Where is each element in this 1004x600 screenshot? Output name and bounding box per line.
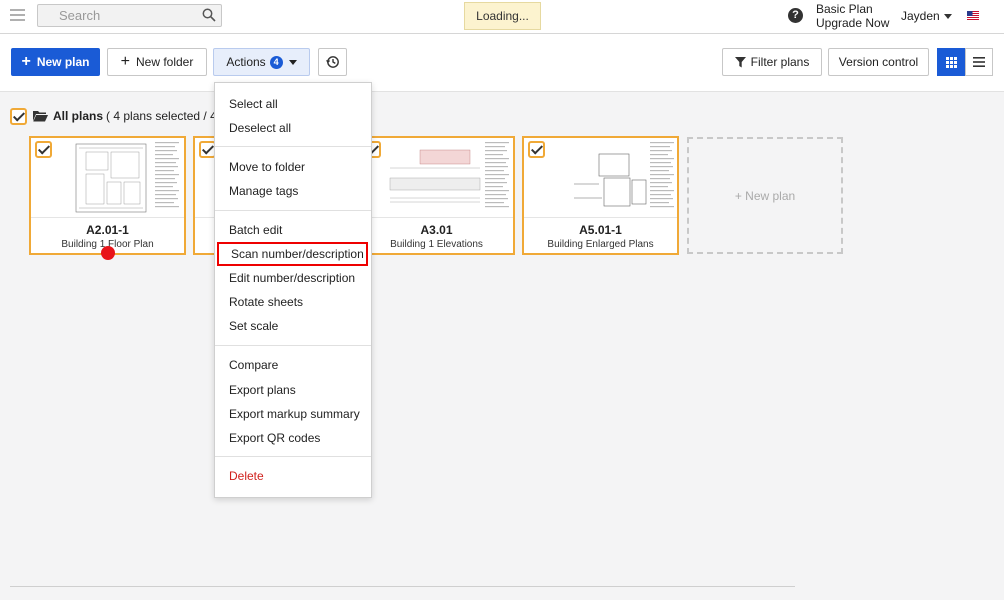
plan-number: A2.01-1 <box>86 223 129 237</box>
menu-divider <box>215 345 371 346</box>
history-button[interactable] <box>318 48 347 76</box>
new-plan-button[interactable]: + New plan <box>11 48 100 76</box>
actions-count-badge: 4 <box>269 55 283 69</box>
filter-plans-button[interactable]: Filter plans <box>722 48 822 76</box>
chevron-down-icon <box>288 59 297 65</box>
plan-checkbox[interactable] <box>35 141 52 158</box>
plan-card[interactable]: A5.01-1 Building Enlarged Plans <box>522 136 679 255</box>
menu-item-compare[interactable]: Compare <box>215 353 371 377</box>
menu-item-set-scale[interactable]: Set scale <box>215 314 371 338</box>
menu-item-edit-number-description[interactable]: Edit number/description <box>215 266 371 290</box>
plus-icon: + <box>21 53 31 70</box>
plan-description: Building Enlarged Plans <box>547 239 654 250</box>
plus-icon: + <box>120 53 130 70</box>
user-menu[interactable]: Jayden <box>901 9 952 23</box>
menu-divider <box>215 146 371 147</box>
selection-info: ( 4 plans selected / 4 pl <box>106 109 230 123</box>
grid-icon <box>945 56 957 68</box>
actions-menu: Select all Deselect all Move to folder M… <box>214 82 372 498</box>
search-icon[interactable] <box>202 8 216 25</box>
menu-item-export-qr-codes[interactable]: Export QR codes <box>215 426 371 450</box>
menu-divider <box>215 456 371 457</box>
menu-item-manage-tags[interactable]: Manage tags <box>215 179 371 203</box>
menu-item-select-all[interactable]: Select all <box>215 92 371 116</box>
us-flag-icon[interactable] <box>967 11 979 20</box>
hamburger-menu-icon[interactable] <box>10 9 25 22</box>
breadcrumb: All plans ( 4 plans selected / 4 pl <box>10 106 229 126</box>
new-plan-card[interactable]: + New plan <box>687 137 843 254</box>
plan-number: A3.01 <box>420 223 453 237</box>
menu-item-export-markup-summary[interactable]: Export markup summary <box>215 402 371 426</box>
filter-icon <box>734 56 746 67</box>
plan-thumbnail <box>31 138 184 218</box>
search-input[interactable] <box>38 5 198 26</box>
list-icon <box>973 57 985 67</box>
menu-item-delete[interactable]: Delete <box>215 464 371 488</box>
plan-number: A5.01-1 <box>579 223 622 237</box>
folder-title: All plans <box>53 109 104 123</box>
history-icon <box>325 56 339 68</box>
plan-checkbox[interactable] <box>528 141 545 158</box>
menu-divider <box>215 210 371 211</box>
help-icon[interactable]: ? <box>788 8 803 23</box>
top-bar: Loading... ? Basic Plan Upgrade Now Jayd… <box>0 0 1004 34</box>
folder-open-icon <box>33 111 48 122</box>
menu-item-export-plans[interactable]: Export plans <box>215 378 371 402</box>
grid-view-button[interactable] <box>937 48 965 76</box>
cursor-marker <box>101 246 115 260</box>
user-name: Jayden <box>901 9 940 23</box>
actions-button[interactable]: Actions 4 <box>213 48 310 76</box>
plan-description: Building 1 Elevations <box>390 239 483 250</box>
divider <box>10 586 795 587</box>
search-box[interactable] <box>37 4 222 27</box>
menu-item-batch-edit[interactable]: Batch edit <box>215 218 371 242</box>
menu-item-rotate-sheets[interactable]: Rotate sheets <box>215 290 371 314</box>
plan-name: Basic Plan <box>816 2 873 16</box>
chevron-down-icon <box>943 14 952 20</box>
upgrade-link[interactable]: Upgrade Now <box>816 16 889 30</box>
plan-thumbnail <box>360 138 513 218</box>
menu-item-scan-number-description[interactable]: Scan number/description <box>217 242 368 266</box>
select-all-checkbox[interactable] <box>10 107 27 125</box>
loading-indicator: Loading... <box>464 2 541 30</box>
plan-card[interactable]: A3.01 Building 1 Elevations <box>358 136 515 255</box>
plan-thumbnail <box>524 138 677 218</box>
plan-info: Basic Plan Upgrade Now <box>816 2 889 30</box>
plan-card[interactable]: A2.01-1 Building 1 Floor Plan <box>29 136 186 255</box>
menu-item-deselect-all[interactable]: Deselect all <box>215 116 371 140</box>
toolbar: + New plan + New folder Actions 4 Filter pl… <box>0 34 1004 92</box>
version-control-button[interactable]: Version control <box>828 48 929 76</box>
menu-item-move-to-folder[interactable]: Move to folder <box>215 155 371 179</box>
new-folder-button[interactable]: + New folder <box>107 48 207 76</box>
list-view-button[interactable] <box>965 48 993 76</box>
